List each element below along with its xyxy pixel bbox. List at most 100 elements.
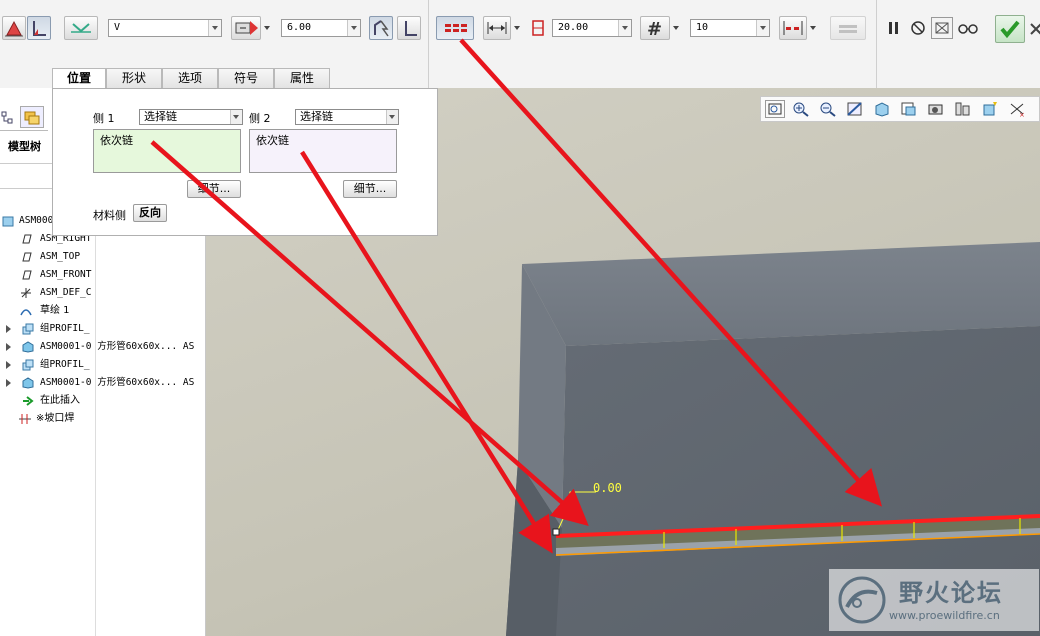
side2-label: 侧 2: [249, 112, 271, 125]
tree-item-label: 在此插入: [40, 395, 80, 406]
tree-item-label: ASM0001-0 方形管60x60x... AS: [40, 377, 195, 388]
hash-count-icon[interactable]: #: [640, 16, 670, 40]
pattern-icon[interactable]: [830, 16, 866, 40]
column-divider: [95, 188, 96, 636]
tab-label: 形状: [121, 71, 146, 85]
glasses-icon[interactable]: [956, 18, 980, 38]
layers-icon[interactable]: [926, 100, 946, 118]
weld-feature-icon: [18, 413, 31, 425]
part-icon: [22, 377, 34, 389]
side-weld-icon[interactable]: [397, 16, 421, 40]
insert-arrow-icon: [22, 395, 34, 407]
tree-structure-icon[interactable]: [0, 106, 14, 128]
group-icon: [22, 323, 34, 335]
placement-panel: 侧 1 选择链 侧 2 选择链 依次链 依次链 细节... 细节... 材料侧 …: [52, 88, 438, 236]
refit-icon[interactable]: [765, 100, 785, 118]
assembly-icon: [2, 215, 14, 227]
zoom-in-icon[interactable]: [791, 100, 811, 118]
length-value-combo[interactable]: 20.00: [552, 19, 632, 37]
tab-placement[interactable]: 位置: [52, 68, 106, 89]
spacing-icon[interactable]: [779, 16, 807, 40]
chevron-down-icon[interactable]: [756, 20, 769, 36]
chevron-down-icon[interactable]: [208, 20, 221, 36]
dimension-label[interactable]: 0.00: [593, 481, 622, 495]
tab-label: 位置: [66, 71, 91, 85]
repaint-icon[interactable]: [845, 100, 865, 118]
count-value: 10: [696, 22, 709, 33]
toolbar-separator: [428, 0, 429, 88]
side2-select-value: 选择链: [300, 110, 333, 123]
side1-select-value: 选择链: [144, 110, 177, 123]
datum-plane-icon: [20, 233, 32, 245]
chevron-down-icon[interactable]: [386, 110, 398, 124]
side1-details-button[interactable]: 细节...: [187, 180, 241, 198]
tab-properties[interactable]: 属性: [274, 68, 330, 88]
cancel-circle-icon[interactable]: [908, 18, 928, 38]
side2-chain-list[interactable]: 依次链: [249, 129, 397, 173]
size-value: 6.00: [287, 22, 312, 33]
view-toolbar: ×: [760, 96, 1040, 122]
size-icon[interactable]: [231, 16, 261, 40]
confirm-check-icon[interactable]: [995, 15, 1025, 43]
tree-item-label: ASM000: [19, 215, 54, 226]
side2-chain-select[interactable]: 选择链: [295, 109, 399, 125]
watermark-title: 野火论坛: [899, 578, 1003, 607]
saved-views-icon[interactable]: [899, 100, 919, 118]
length-dropdown[interactable]: [512, 16, 522, 40]
pitch-icon: [530, 19, 546, 37]
count-value-combo[interactable]: 10: [690, 19, 770, 37]
chevron-down-icon[interactable]: [347, 20, 360, 36]
edge-prep-icon[interactable]: [369, 16, 393, 40]
model-tree-label[interactable]: 模型树: [8, 138, 41, 154]
expand-arrow-icon[interactable]: [4, 341, 16, 353]
chevron-down-icon[interactable]: [230, 110, 242, 124]
tab-shape[interactable]: 形状: [106, 68, 162, 88]
side1-chain-select[interactable]: 选择链: [139, 109, 243, 125]
tab-label: 符号: [233, 71, 258, 85]
side2-details-button[interactable]: 细节...: [343, 180, 397, 198]
length-icon[interactable]: [483, 16, 511, 40]
view-manager-icon[interactable]: [953, 100, 973, 118]
chevron-down-icon[interactable]: [618, 20, 631, 36]
size-dropdown[interactable]: [262, 16, 272, 40]
forum-logo-icon: [838, 576, 886, 624]
svg-text:×: ×: [1019, 111, 1025, 118]
display-style-icon[interactable]: [872, 100, 892, 118]
forum-watermark: 野火论坛 www.proewildfire.cn: [829, 569, 1039, 631]
tab-symbol[interactable]: 符号: [218, 68, 274, 88]
count-dropdown[interactable]: [671, 16, 681, 40]
tab-label: 选项: [177, 71, 202, 85]
reverse-button[interactable]: 反向: [133, 204, 167, 222]
fillet-weld-icon[interactable]: [2, 16, 26, 40]
close-icon[interactable]: [1028, 18, 1040, 38]
zoom-out-icon[interactable]: [818, 100, 838, 118]
tree-item-label: 组PROFIL_: [40, 359, 90, 370]
folder-browser-icon[interactable]: [20, 106, 44, 128]
spacing-dropdown[interactable]: [808, 16, 818, 40]
preview-icon[interactable]: [931, 17, 953, 39]
length-value: 20.00: [558, 22, 589, 33]
weld-symbol-icon[interactable]: [64, 16, 98, 40]
side1-label: 侧 1: [93, 112, 115, 125]
expand-arrow-icon[interactable]: [4, 377, 16, 389]
datum-display-icon[interactable]: ×: [1007, 100, 1027, 119]
pause-icon[interactable]: [884, 18, 904, 38]
groove-weld-icon[interactable]: [27, 16, 51, 40]
group-icon: [22, 359, 34, 371]
size-value-combo[interactable]: 6.00: [281, 19, 361, 37]
material-side-label: 材料侧: [93, 209, 126, 222]
tree-item-label: ※坡口焊: [36, 413, 75, 424]
weld-symbol-combo[interactable]: V: [108, 19, 222, 37]
svg-text:#: #: [647, 19, 662, 39]
tab-options[interactable]: 选项: [162, 68, 218, 88]
coordinate-system-icon: [20, 287, 32, 299]
tree-item-label: 草绘 1: [40, 305, 70, 316]
intermittent-icon[interactable]: [436, 16, 474, 40]
side2-chain-item[interactable]: 依次链: [256, 134, 289, 147]
weld-symbol-value: V: [114, 22, 121, 33]
spin-center-icon[interactable]: [980, 100, 1000, 118]
expand-arrow-icon[interactable]: [4, 323, 16, 335]
side1-chain-item[interactable]: 依次链: [100, 134, 133, 147]
expand-arrow-icon[interactable]: [4, 359, 16, 371]
side1-chain-list[interactable]: 依次链: [93, 129, 241, 173]
